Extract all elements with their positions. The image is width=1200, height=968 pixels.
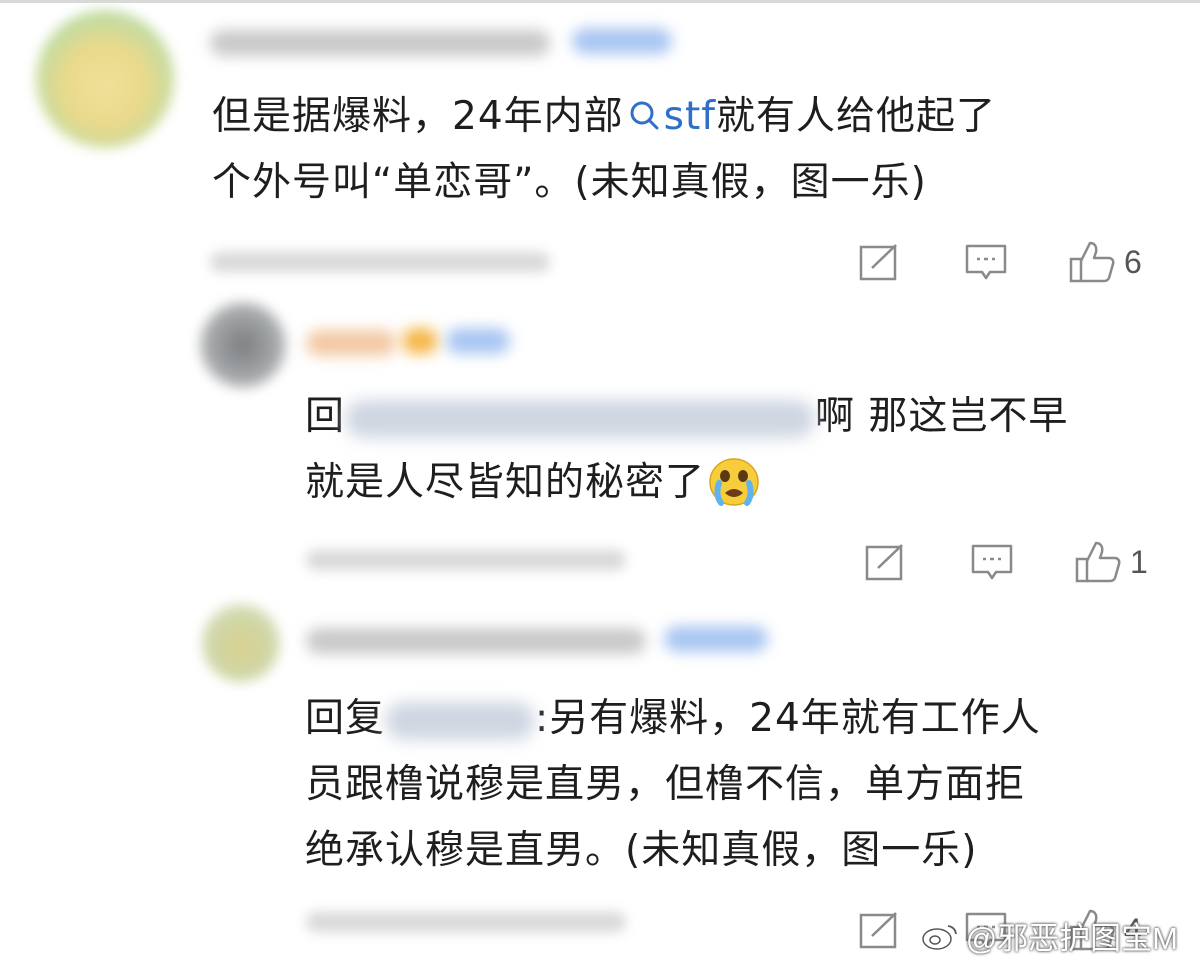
reply-text: 回 啊 那这岂不早 就是人尽皆知的秘密了: [305, 384, 1068, 516]
like-count: 6: [1124, 243, 1142, 280]
search-icon: [630, 101, 659, 130]
timestamp-blurred: [306, 550, 626, 570]
username-blurred[interactable]: [210, 30, 550, 56]
avatar[interactable]: [36, 10, 174, 148]
avatar[interactable]: [202, 604, 280, 682]
reply-text-part: 就是人尽皆知的秘密了: [305, 460, 706, 505]
username-blurred[interactable]: [306, 330, 396, 356]
comment-3: 回复 :另有爆料，24年就有工作人 员跟橹说穆是直男，但橹不信，单方面拒 绝承认穆…: [0, 590, 1200, 968]
comment-2: 回 啊 那这岂不早 就是人尽皆知的秘密了 1: [0, 290, 1200, 590]
reply-text-part: 员跟橹说穆是直男，但橹不信，单方面拒: [305, 762, 1026, 807]
share-icon: [865, 544, 903, 581]
comment-text-part: 但是据爆料，24年内部: [212, 94, 624, 139]
user-badge-blurred: [664, 626, 768, 652]
like-button[interactable]: 6: [1068, 240, 1142, 284]
action-bar: 6: [856, 238, 1142, 286]
timestamp-blurred: [210, 252, 550, 272]
reply-text-part: 啊 那这岂不早: [815, 394, 1069, 439]
reply-text-part: :另有爆料，24年就有工作人: [535, 696, 1041, 741]
action-bar: 1: [862, 538, 1148, 586]
thumbs-up-icon: [1069, 241, 1115, 283]
reply-text-part: 绝承认穆是直男。(未知真假，图一乐): [305, 828, 978, 873]
comment-icon: [971, 544, 1013, 580]
comment-text: 但是据爆料，24年内部 stf就有人给他起了 个外号叫“单恋哥”。(未知真假，图一…: [212, 84, 996, 216]
avatar[interactable]: [200, 302, 286, 388]
comment-button[interactable]: [962, 238, 1010, 286]
reply-prefix: 回: [305, 394, 346, 439]
search-link[interactable]: stf: [624, 94, 716, 139]
comment-button[interactable]: [968, 538, 1016, 586]
comment-text-part: 就有人给他起了: [715, 94, 996, 139]
share-button[interactable]: [856, 238, 904, 286]
reply-prefix: 回复: [305, 696, 386, 741]
mention-blurred[interactable]: [345, 399, 816, 438]
comment-1: 但是据爆料，24年内部 stf就有人给他起了 个外号叫“单恋哥”。(未知真假，图一…: [0, 0, 1200, 300]
share-icon: [859, 244, 897, 281]
weibo-logo-icon: [921, 924, 957, 950]
watermark: @邪恶护图宝M: [920, 913, 1178, 958]
comment-text-part: 个外号叫“单恋哥”。(未知真假，图一乐): [212, 160, 927, 205]
user-badge-blurred: [402, 328, 438, 354]
crying-face-icon: [709, 457, 759, 506]
share-icon: [859, 912, 897, 949]
thumbs-up-icon: [1075, 541, 1121, 583]
comment-icon: [965, 244, 1007, 280]
like-count: 1: [1130, 543, 1148, 580]
reply-text: 回复 :另有爆料，24年就有工作人 员跟橹说穆是直男，但橹不信，单方面拒 绝承认穆…: [305, 686, 1041, 884]
share-button[interactable]: [862, 538, 910, 586]
user-badge-blurred: [446, 328, 510, 354]
user-badge-blurred: [572, 28, 672, 54]
mention-blurred[interactable]: [385, 701, 536, 740]
username-blurred[interactable]: [306, 628, 646, 654]
watermark-text: @邪恶护图宝M: [965, 921, 1178, 956]
share-button[interactable]: [856, 906, 904, 954]
search-link-label[interactable]: stf: [664, 94, 716, 139]
like-button[interactable]: 1: [1074, 540, 1148, 584]
timestamp-blurred: [306, 912, 626, 932]
